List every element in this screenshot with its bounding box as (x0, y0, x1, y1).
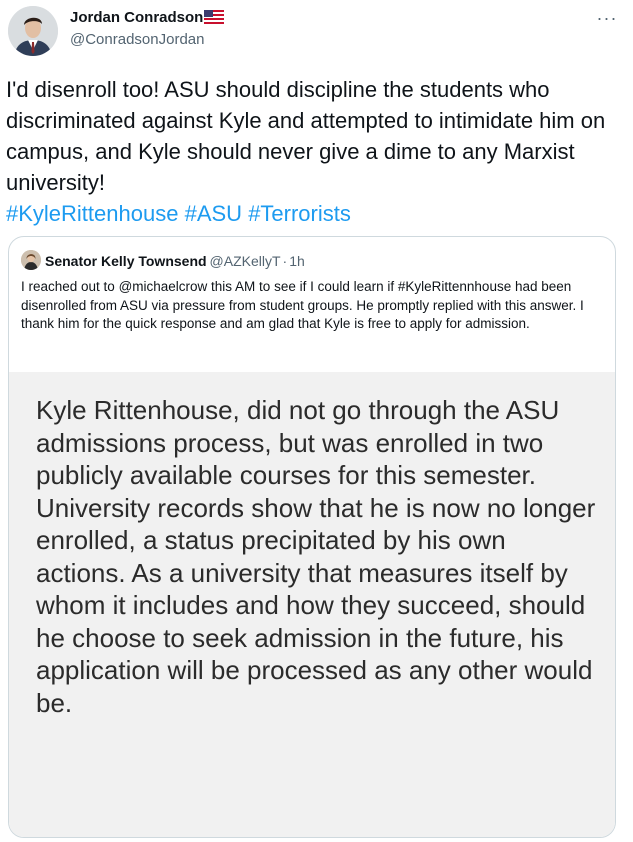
quoted-separator: · (282, 253, 288, 269)
quoted-timestamp[interactable]: 1h (289, 253, 305, 269)
hashtag-link[interactable]: #ASU (185, 201, 242, 226)
us-flag-icon (204, 10, 225, 28)
author-handle[interactable]: @ConradsonJordan (70, 31, 204, 48)
quoted-tweet[interactable]: Senator Kelly Townsend @AZKellyT · 1h I rea… (8, 236, 616, 838)
statement-image-text: Kyle Rittenhouse, did not go through the… (36, 395, 596, 718)
quoted-author-handle[interactable]: @AZKellyT (210, 253, 281, 269)
hashtag-list: #KyleRittenhouse #ASU #Terrorists (6, 198, 631, 229)
quoted-author-avatar-photo (21, 250, 41, 270)
quoted-tweet-header: Senator Kelly Townsend @AZKellyT · 1h (21, 250, 305, 270)
author-avatar-photo (8, 6, 58, 56)
more-options-button[interactable]: ··· (592, 8, 622, 28)
author-name-text: Jordan Conradson (70, 9, 204, 26)
author-name[interactable]: Jordan Conradson (70, 9, 225, 28)
author-avatar[interactable] (8, 6, 58, 56)
hashtag-link[interactable]: #KyleRittenhouse (6, 201, 178, 226)
tweet: Jordan Conradson @ConradsonJordan ··· I'… (0, 0, 633, 842)
quoted-tweet-text: I reached out to @michaelcrow this AM to… (21, 279, 584, 331)
tweet-text: I'd disenroll too! ASU should discipline… (6, 74, 631, 229)
tweet-body: I'd disenroll too! ASU should discipline… (6, 77, 606, 195)
quoted-author-name[interactable]: Senator Kelly Townsend (45, 253, 207, 269)
quoted-author-avatar[interactable] (21, 250, 41, 270)
hashtag-link[interactable]: #Terrorists (248, 201, 351, 226)
quoted-statement-image[interactable]: Kyle Rittenhouse, did not go through the… (9, 372, 615, 837)
more-options-icon: ··· (596, 8, 618, 28)
